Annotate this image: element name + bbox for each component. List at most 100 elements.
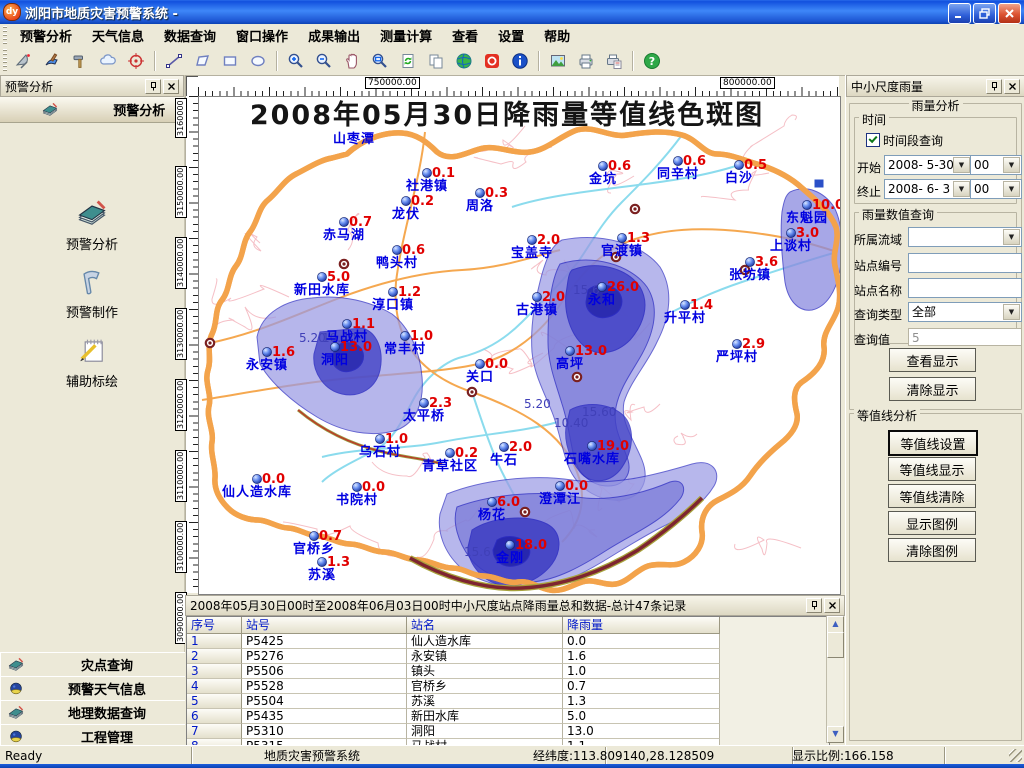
menu-item-3[interactable]: 窗口操作 bbox=[226, 24, 298, 47]
station-marker-icon[interactable] bbox=[734, 160, 743, 169]
titlebar[interactable]: dy 浏阳市地质灾害预警系统 - bbox=[0, 0, 1024, 24]
table-row[interactable]: 6P5435新田水库5.0 bbox=[187, 709, 829, 724]
info-identify-icon[interactable] bbox=[508, 49, 532, 73]
query-type-combo[interactable]: 全部▼ bbox=[908, 302, 1022, 322]
station-marker-icon[interactable] bbox=[597, 282, 606, 291]
hammer-tool-icon[interactable] bbox=[68, 49, 92, 73]
menubar-grip[interactable] bbox=[3, 26, 7, 44]
station-marker-icon[interactable] bbox=[400, 331, 409, 340]
time-range-checkbox[interactable] bbox=[866, 133, 880, 147]
station-marker-icon[interactable] bbox=[252, 474, 261, 483]
station-marker-icon[interactable] bbox=[401, 196, 410, 205]
station-marker-icon[interactable] bbox=[802, 200, 811, 209]
nav-bar-1[interactable]: 预警天气信息 bbox=[0, 676, 186, 701]
toolbar-grip[interactable] bbox=[3, 49, 7, 72]
menu-item-2[interactable]: 数据查询 bbox=[154, 24, 226, 47]
end-date-combo[interactable]: 2008- 6- 3▼ bbox=[884, 179, 972, 199]
menu-item-7[interactable]: 设置 bbox=[488, 24, 534, 47]
station-code-input[interactable] bbox=[908, 253, 1022, 273]
station-name-input[interactable] bbox=[908, 278, 1022, 298]
station-marker-icon[interactable] bbox=[732, 339, 741, 348]
stop-render-icon[interactable] bbox=[480, 49, 504, 73]
help-icon[interactable]: ? bbox=[640, 49, 664, 73]
refresh-view-icon[interactable] bbox=[396, 49, 420, 73]
zoom-in-icon[interactable] bbox=[284, 49, 308, 73]
export-image-icon[interactable] bbox=[546, 49, 570, 73]
menu-item-5[interactable]: 测量计算 bbox=[370, 24, 442, 47]
station-marker-icon[interactable] bbox=[419, 398, 428, 407]
scroll-thumb[interactable] bbox=[827, 632, 844, 658]
station-marker-icon[interactable] bbox=[352, 482, 361, 491]
table-row[interactable]: 5P5504苏溪1.3 bbox=[187, 694, 829, 709]
station-marker-icon[interactable] bbox=[617, 233, 626, 242]
end-hour-combo[interactable]: 00▼ bbox=[970, 179, 1022, 199]
close-icon[interactable] bbox=[1004, 79, 1020, 94]
draw-polygon-icon[interactable] bbox=[190, 49, 214, 73]
station[interactable]: 山枣潭 bbox=[333, 131, 375, 147]
table-row[interactable]: 3P5506镇头1.0 bbox=[187, 664, 829, 679]
contour-button-2[interactable]: 等值线清除 bbox=[888, 484, 976, 508]
zoom-out-icon[interactable] bbox=[312, 49, 336, 73]
scroll-down-icon[interactable]: ▼ bbox=[827, 726, 844, 743]
query-value-input[interactable]: 5 bbox=[908, 328, 1022, 346]
show-display-button[interactable]: 查看显示 bbox=[889, 348, 976, 372]
station-marker-icon[interactable] bbox=[527, 235, 536, 244]
pin-icon[interactable] bbox=[145, 79, 161, 94]
restore-button[interactable] bbox=[973, 3, 996, 24]
minimize-button[interactable] bbox=[948, 3, 971, 24]
globe-full-extent-icon[interactable] bbox=[452, 49, 476, 73]
station-marker-icon[interactable] bbox=[330, 342, 339, 351]
draw-rectangle-icon[interactable] bbox=[218, 49, 242, 73]
close-icon[interactable] bbox=[163, 79, 179, 94]
contour-button-0[interactable]: 等值线设置 bbox=[888, 430, 978, 456]
left-item-0[interactable]: 预警分析 bbox=[0, 197, 184, 253]
cloud-weather-icon[interactable] bbox=[96, 49, 120, 73]
table-row[interactable]: 4P5528官桥乡0.7 bbox=[187, 679, 829, 694]
table-row[interactable]: 1P5425仙人造水库0.0 bbox=[187, 634, 829, 649]
station-marker-icon[interactable] bbox=[598, 161, 607, 170]
pin-icon[interactable] bbox=[986, 79, 1002, 94]
column-header-3[interactable]: 降雨量 bbox=[563, 617, 720, 634]
column-header-1[interactable]: 站号 bbox=[242, 617, 407, 634]
station-marker-icon[interactable] bbox=[422, 168, 431, 177]
station-marker-icon[interactable] bbox=[499, 442, 508, 451]
station-marker-icon[interactable] bbox=[309, 531, 318, 540]
station-marker-icon[interactable] bbox=[388, 287, 397, 296]
column-header-2[interactable]: 站名 bbox=[407, 617, 563, 634]
station-marker-icon[interactable] bbox=[673, 156, 682, 165]
table-row[interactable]: 7P5310洞阳13.0 bbox=[187, 724, 829, 739]
station-marker-icon[interactable] bbox=[487, 497, 496, 506]
resize-grip[interactable] bbox=[1009, 749, 1022, 762]
station-marker-icon[interactable] bbox=[317, 272, 326, 281]
map-canvas[interactable]: 5.2010.4015.65.2015.6010.4015.6 山枣潭0.1社港… bbox=[198, 96, 841, 595]
table-row[interactable]: 2P5276永安镇1.6 bbox=[187, 649, 829, 664]
station-marker-icon[interactable] bbox=[532, 292, 541, 301]
print-icon[interactable] bbox=[574, 49, 598, 73]
left-item-1[interactable]: 预警制作 bbox=[0, 265, 184, 321]
basin-combo[interactable]: ▼ bbox=[908, 227, 1022, 247]
station-marker-icon[interactable] bbox=[375, 434, 384, 443]
warning-analysis-icon[interactable] bbox=[12, 49, 36, 73]
contour-button-3[interactable]: 显示图例 bbox=[888, 511, 976, 535]
draw-line-icon[interactable] bbox=[162, 49, 186, 73]
contour-button-1[interactable]: 等值线显示 bbox=[888, 457, 976, 481]
column-header-0[interactable]: 序号 bbox=[187, 617, 242, 634]
close-button[interactable] bbox=[998, 3, 1021, 24]
station-marker-icon[interactable] bbox=[565, 346, 574, 355]
pin-icon[interactable] bbox=[806, 598, 822, 613]
station-marker-icon[interactable] bbox=[505, 540, 514, 549]
station-marker-icon[interactable] bbox=[339, 217, 348, 226]
menu-item-4[interactable]: 成果输出 bbox=[298, 24, 370, 47]
menu-item-6[interactable]: 查看 bbox=[442, 24, 488, 47]
station-marker-icon[interactable] bbox=[555, 481, 564, 490]
clear-display-button[interactable]: 清除显示 bbox=[889, 377, 976, 401]
nav-bar-2[interactable]: 地理数据查询 bbox=[0, 700, 186, 725]
station-marker-icon[interactable] bbox=[392, 245, 401, 254]
rain-tool-icon[interactable] bbox=[40, 49, 64, 73]
station-marker-icon[interactable] bbox=[475, 188, 484, 197]
station-marker-icon[interactable] bbox=[445, 448, 454, 457]
zoom-select-icon[interactable] bbox=[368, 49, 392, 73]
station-marker-icon[interactable] bbox=[587, 441, 596, 450]
print-preview-icon[interactable] bbox=[602, 49, 626, 73]
menu-item-0[interactable]: 预警分析 bbox=[10, 24, 82, 47]
